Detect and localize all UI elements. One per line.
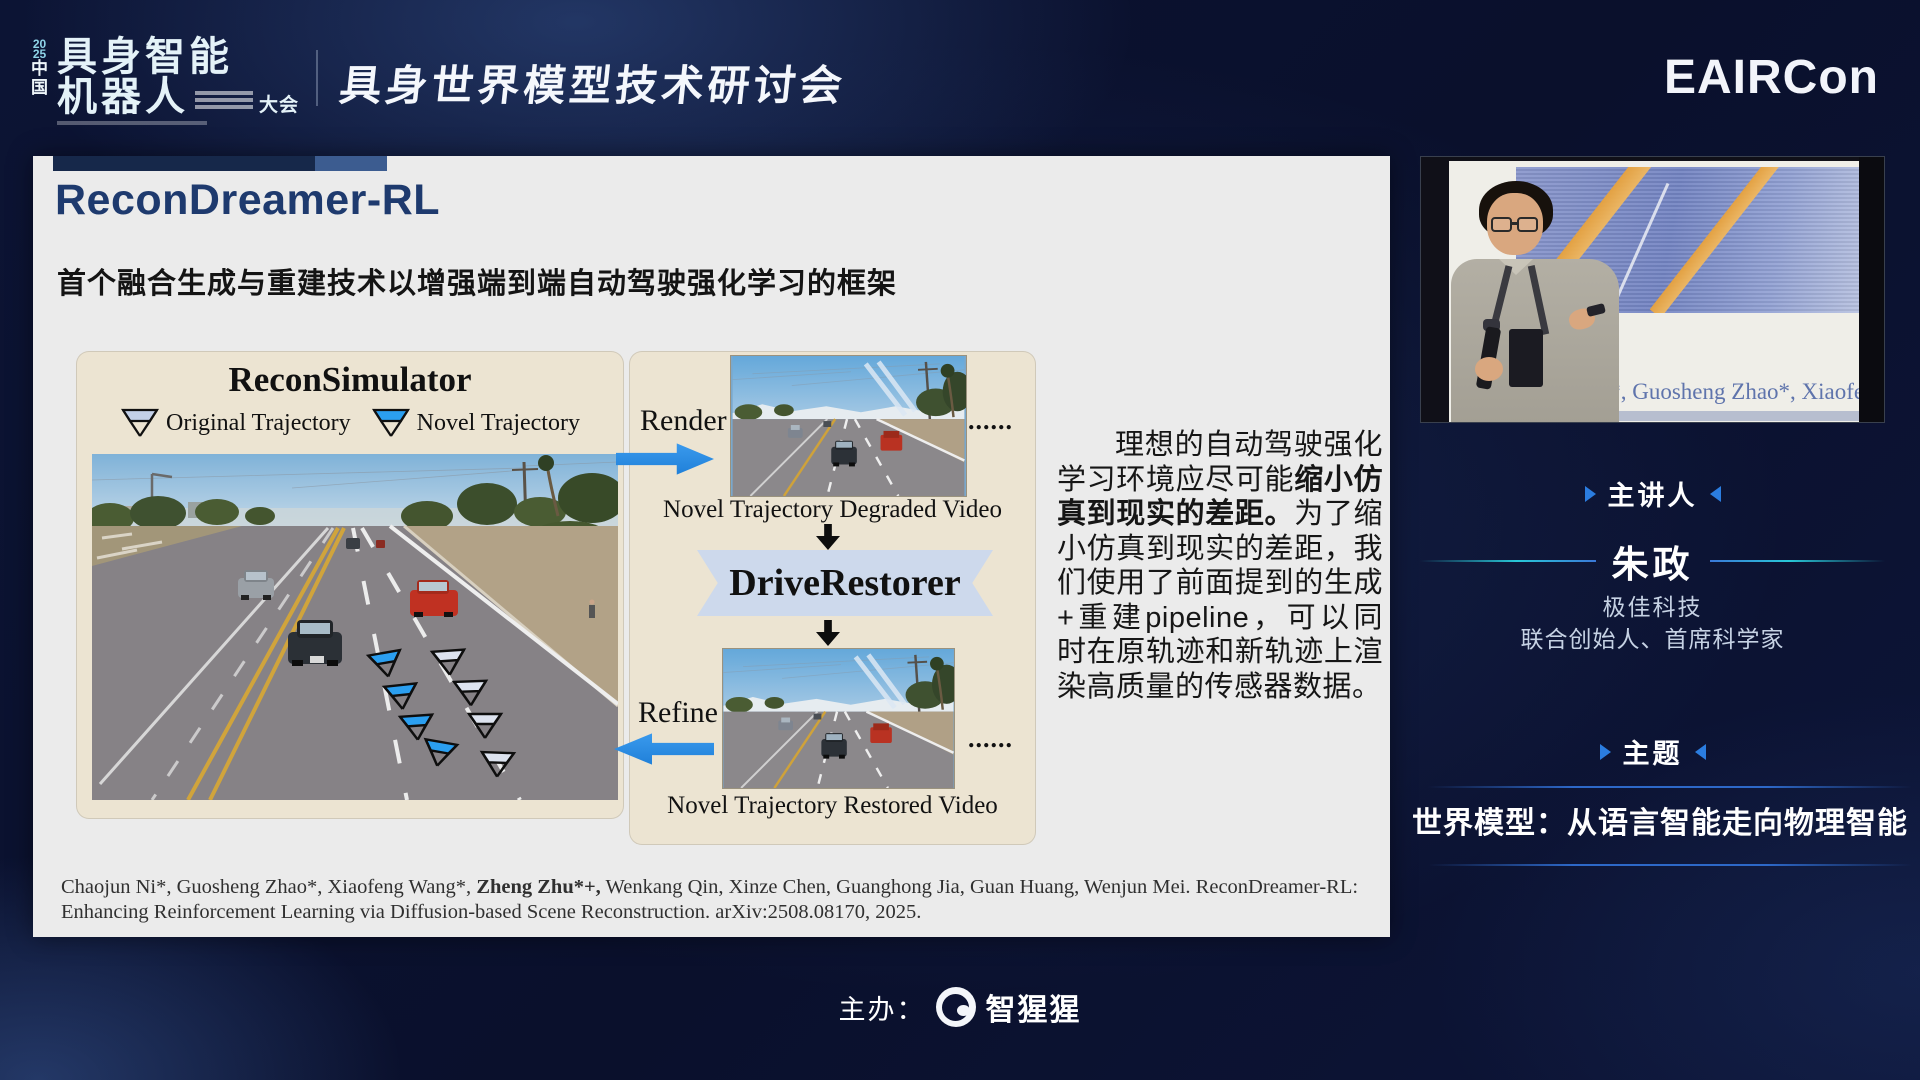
slide-accent-bar-dark [53,156,315,171]
topic-badge: 主题 [1420,732,1885,771]
render-label: Render [640,404,727,438]
pipeline-panel: Render ...... Novel Trajectory Degraded … [630,352,1035,844]
citation-text: Chaojun Ni*, Guosheng Zhao*, Xiaofeng Wa… [61,876,476,898]
badge-triangle-right-icon [1585,486,1596,502]
refine-label: Refine [638,696,718,730]
host-name: 智猩猩 [986,985,1082,1029]
slide-paragraph: 理想的自动驾驶强化学习环境应尽可能缩小仿真到现实的差距。为了缩小仿真到现实的差距… [1057,428,1383,704]
livestream-frame: 2025 中国 具身智能 机器人 大会 具身世界模型技术研讨会 EAIRCon … [0,0,1920,1080]
degraded-video-caption: Novel Trajectory Degraded Video [630,496,1035,524]
badge-triangle-left-icon [1695,744,1706,760]
speaker-role: 联合创始人、首席科学家 [1420,620,1885,654]
name-divider-line [1710,560,1886,562]
reconsimulator-title: ReconSimulator [77,360,623,400]
road-scene-image [92,454,618,800]
refine-arrow-icon [614,732,714,766]
logo-country: 中国 [30,59,49,97]
speaker-badge: 主讲人 [1420,474,1885,513]
down-arrow-icon [816,620,840,646]
novel-trajectory-frustum-icon [371,408,411,438]
legend-novel-label: Novel Trajectory [417,410,580,437]
zhixingxing-logo-icon [936,987,976,1027]
topic-divider-line [1428,786,1912,788]
event-title: 具身世界模型技术研讨会 [337,52,849,113]
legend-original-label: Original Trajectory [166,410,351,437]
speaker-badge-label: 主讲人 [1608,474,1698,513]
speaker-name-row: 朱政 [1420,534,1885,588]
restored-video-caption: Novel Trajectory Restored Video [630,792,1035,820]
down-arrow-icon [816,524,840,550]
speaker-video-feed: n Ni*, Guosheng Zhao*, Xiaofe [1420,156,1885,423]
slide-accent-bar-light [315,156,387,171]
citation-bold-author: Zheng Zhu*+, [476,876,600,898]
ellipsis: ...... [968,724,1013,754]
header-divider [316,50,318,106]
badge-triangle-right-icon [1600,744,1611,760]
logo-year: 2025 [32,20,48,59]
speaker-org: 极佳科技 [1420,588,1885,622]
render-arrow-icon [616,442,714,476]
citation-text: Enhancing Reinforcement Learning via Dif… [61,901,921,923]
logo-row2: 机器人 [57,77,189,117]
restored-video-frame [722,648,955,789]
topic-title: 世界模型：从语言智能走向物理智能 [1402,798,1918,842]
citation: Chaojun Ni*, Guosheng Zhao*, Xiaofeng Wa… [61,875,1391,925]
citation-text: Wenkang Qin, Xinze Chen, Guanghong Jia, … [601,876,1358,898]
ellipsis: ...... [968,406,1013,436]
logo-row1: 具身智能 [57,20,299,77]
badge-triangle-left-icon [1710,486,1721,502]
reconsimulator-panel: ReconSimulator Original Trajectory Novel… [77,352,623,818]
host-label: 主办： [839,988,926,1027]
speaker-name: 朱政 [1612,534,1694,588]
logo-row2-small: 大会 [259,95,299,117]
logo-fineprint-bar [57,121,207,125]
driverestorer-banner: DriveRestorer [697,550,993,616]
topic-divider-line [1428,864,1912,866]
trajectory-legend: Original Trajectory Novel Trajectory [77,408,623,438]
speaker-figure [1451,181,1641,423]
presentation-slide: ReconDreamer-RL 首个融合生成与重建技术以增强端到端自动驾驶强化学… [33,156,1390,937]
driverestorer-label: DriveRestorer [729,561,960,605]
topic-badge-label: 主题 [1623,732,1683,771]
video-wall-edge [1859,157,1884,423]
conference-logo: 2025 中国 具身智能 机器人 大会 [30,20,299,125]
original-trajectory-frustum-icon [120,408,160,438]
eaircon-logo: EAIRCon [1664,50,1879,105]
slide-title: ReconDreamer-RL [55,176,440,225]
footer-host: 主办： 智猩猩 [0,985,1920,1029]
degraded-video-frame [730,355,967,497]
name-divider-line [1420,560,1596,562]
slide-subtitle: 首个融合生成与重建技术以增强端到端自动驾驶强化学习的框架 [57,260,897,302]
logo-fineprint-bar [195,91,253,117]
pedestrian [589,600,595,619]
